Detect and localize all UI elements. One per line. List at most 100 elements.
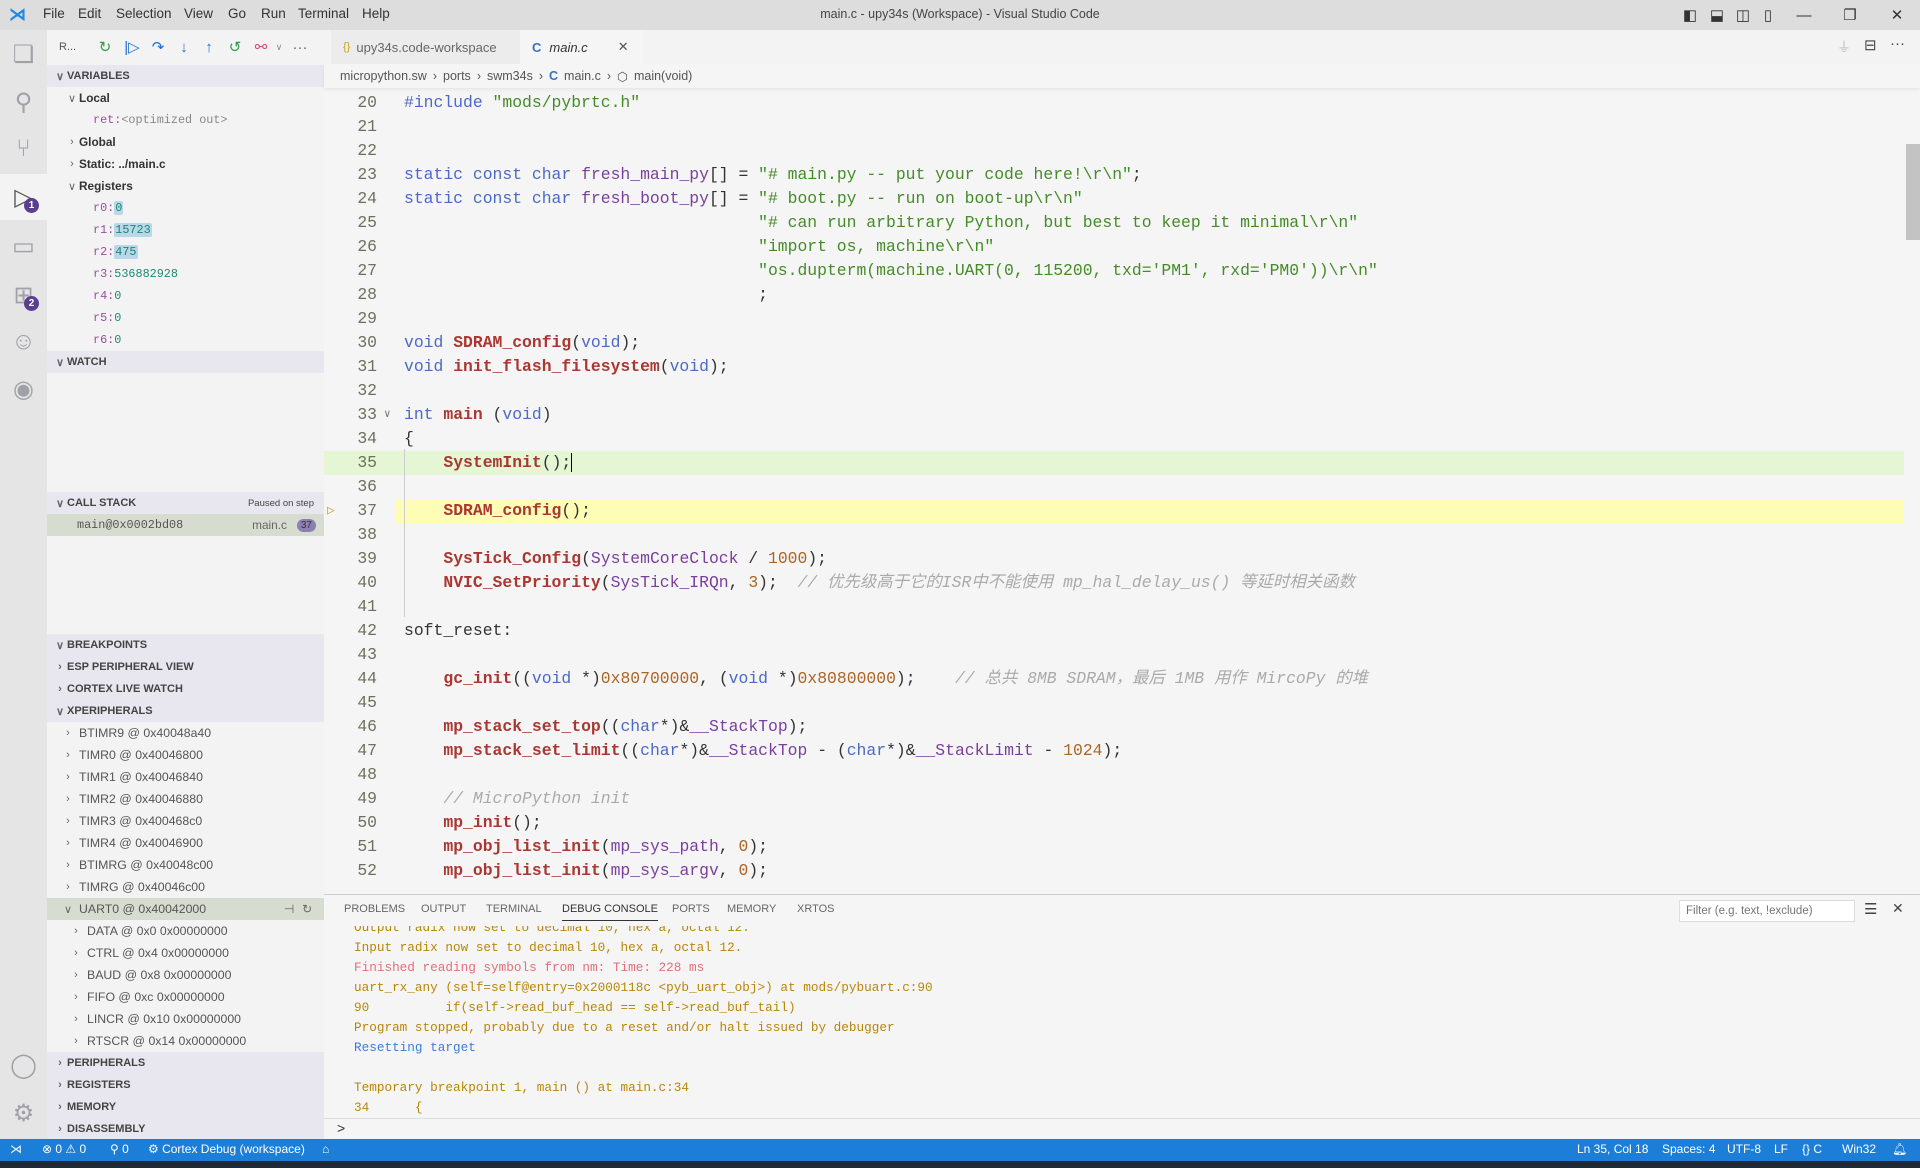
peripheral-item[interactable]: › TIMR2 @ 0x40046880 xyxy=(47,788,324,810)
uart-register[interactable]: › RTSCR @ 0x14 0x00000000 xyxy=(47,1030,324,1052)
menu-selection[interactable]: Selection xyxy=(116,6,172,21)
code-line[interactable]: 32 xyxy=(324,379,1904,403)
source-control-icon[interactable]: ⑂ xyxy=(0,126,47,172)
eol[interactable]: LF xyxy=(1774,1142,1788,1156)
menu-run[interactable]: Run xyxy=(261,6,286,21)
section-peripherals[interactable]: › PERIPHERALS xyxy=(47,1052,324,1074)
console-filter-input[interactable] xyxy=(1679,900,1855,922)
peripheral-item[interactable]: › TIMR3 @ 0x400468c0 xyxy=(47,810,324,832)
register-row[interactable]: r3: 536882928 xyxy=(47,263,324,285)
close-window-icon[interactable]: ✕ xyxy=(1887,5,1907,25)
disconnect-icon[interactable]: ⚯ xyxy=(251,38,271,56)
section-breakpoints[interactable]: ∨ BREAKPOINTS xyxy=(47,634,324,656)
explorer-icon[interactable]: ❏ xyxy=(0,31,47,77)
tab-terminal[interactable]: TERMINAL xyxy=(486,903,542,920)
menu-go[interactable]: Go xyxy=(228,6,246,21)
code-line[interactable]: 26 "import os, machine\r\n" xyxy=(324,235,1904,259)
uart-register[interactable]: › LINCR @ 0x10 0x00000000 xyxy=(47,1008,324,1030)
code-line[interactable]: 23 static const char fresh_main_py[] = "#… xyxy=(324,163,1904,187)
platformio-icon[interactable]: ☺ xyxy=(0,319,47,365)
close-panel-icon[interactable]: ✕ xyxy=(1892,900,1904,917)
breadcrumb-item[interactable]: main.c xyxy=(564,69,601,83)
uart-register[interactable]: › BAUD @ 0x8 0x00000000 xyxy=(47,964,324,986)
notifications-bell-icon[interactable]: 🔔︎ xyxy=(1892,1142,1907,1156)
breadcrumb-item[interactable]: swm34s xyxy=(487,69,533,83)
tab-memory[interactable]: MEMORY xyxy=(727,903,776,920)
code-line[interactable]: 46 mp_stack_set_top((char*)&__StackTop); xyxy=(324,715,1904,739)
code-line[interactable]: 20 #include "mods/pybrtc.h" xyxy=(324,91,1904,115)
console-prompt[interactable]: > xyxy=(337,1120,345,1136)
peripheral-item[interactable]: › BTIMR9 @ 0x40048a40 xyxy=(47,722,324,744)
code-line[interactable]: 21 xyxy=(324,115,1904,139)
reset-device-icon[interactable]: ↻ xyxy=(95,38,115,56)
toggle-panel-icon[interactable]: ⬓ xyxy=(1707,5,1727,25)
plug-icon[interactable]: ⏚ xyxy=(1837,37,1851,57)
code-line[interactable]: 47 mp_stack_set_limit((char*)&__StackTop… xyxy=(324,739,1904,763)
code-line[interactable]: 48 xyxy=(324,763,1904,787)
section-esp-peripheral-view[interactable]: › ESP PERIPHERAL VIEW xyxy=(47,656,324,678)
peripheral-item[interactable]: › TIMR4 @ 0x40046900 xyxy=(47,832,324,854)
scope-registers[interactable]: ∨ Registers xyxy=(47,175,324,197)
code-line[interactable]: 51 mp_obj_list_init(mp_sys_path, 0); xyxy=(324,835,1904,859)
code-line[interactable]: 42 soft_reset: xyxy=(324,619,1904,643)
breadcrumb-item[interactable]: main(void) xyxy=(634,69,692,83)
code-line[interactable]: 45 xyxy=(324,691,1904,715)
stack-frame[interactable]: main@0x0002bd08 main.c 37 xyxy=(47,514,324,536)
minimize-icon[interactable]: — xyxy=(1794,5,1814,25)
register-row[interactable]: r0: 0 xyxy=(47,197,324,219)
code-line[interactable]: 41 xyxy=(324,595,1904,619)
refresh-icon[interactable]: ↻ xyxy=(302,902,312,916)
editor-scrollbar-thumb[interactable] xyxy=(1906,144,1920,240)
peripheral-item[interactable]: › TIMR0 @ 0x40046800 xyxy=(47,744,324,766)
scope-local[interactable]: ∨ Local xyxy=(47,87,324,109)
code-line[interactable]: 38 xyxy=(324,523,1904,547)
code-line[interactable]: 37 ▷ SDRAM_config(); xyxy=(324,499,1904,523)
debug-status[interactable]: ⚙ Cortex Debug (workspace) xyxy=(148,1142,305,1156)
customize-layout-icon[interactable]: ▯ xyxy=(1758,5,1778,25)
code-line[interactable]: 31 void init_flash_filesystem(void); xyxy=(324,355,1904,379)
settings-gear-icon[interactable]: ⚙ xyxy=(0,1090,47,1136)
peripheral-item[interactable]: › BTIMRG @ 0x40048c00 xyxy=(47,854,324,876)
section-memory[interactable]: › MEMORY xyxy=(47,1096,324,1118)
indentation[interactable]: Spaces: 4 xyxy=(1662,1142,1715,1156)
register-row[interactable]: r5: 0 xyxy=(47,307,324,329)
ports-status[interactable]: ⚲ 0 xyxy=(110,1142,129,1156)
menu-edit[interactable]: Edit xyxy=(78,6,101,21)
tab-ports[interactable]: PORTS xyxy=(672,903,710,920)
code-line[interactable]: 33 ∨ int main (void) xyxy=(324,403,1904,427)
section-variables[interactable]: ∨ VARIABLES xyxy=(47,65,324,87)
code-line[interactable]: 36 xyxy=(324,475,1904,499)
code-line[interactable]: 24 static const char fresh_boot_py[] = "#… xyxy=(324,187,1904,211)
extensions-icon[interactable]: ⊞ 2 xyxy=(0,272,47,318)
pin-icon[interactable]: ⊣ xyxy=(284,902,294,916)
run-debug-icon[interactable]: ▷ 1 xyxy=(0,174,47,220)
variable-ret[interactable]: ret: <optimized out> xyxy=(47,109,324,131)
menu-terminal[interactable]: Terminal xyxy=(298,6,349,21)
tab-workspace[interactable]: {} upy34s.code-workspace xyxy=(331,30,520,64)
code-line[interactable]: 30 void SDRAM_config(void); xyxy=(324,331,1904,355)
more-actions-icon[interactable]: ··· xyxy=(290,38,310,56)
platform[interactable]: Win32 xyxy=(1842,1142,1876,1156)
scope-static[interactable]: › Static: ../main.c xyxy=(47,153,324,175)
clear-console-icon[interactable]: ☰ xyxy=(1864,900,1877,918)
search-icon[interactable]: ⚲ xyxy=(0,79,47,125)
restore-icon[interactable]: ❐ xyxy=(1840,5,1860,25)
tab-xrtos[interactable]: XRTOS xyxy=(797,903,835,920)
peripheral-item[interactable]: › TIMRG @ 0x40046c00 xyxy=(47,876,324,898)
uart-register[interactable]: › CTRL @ 0x4 0x00000000 xyxy=(47,942,324,964)
code-line[interactable]: 43 xyxy=(324,643,1904,667)
code-line[interactable]: 22 xyxy=(324,139,1904,163)
code-line[interactable]: 40 NVIC_SetPriority(SysTick_IRQn, 3); //… xyxy=(324,571,1904,595)
problems-status[interactable]: ⊗ 0 ⚠ 0 xyxy=(42,1142,86,1156)
code-line[interactable]: 52 mp_obj_list_init(mp_sys_argv, 0); xyxy=(324,859,1904,883)
code-editor[interactable]: 20 #include "mods/pybrtc.h" 21 22 23 static c… xyxy=(324,91,1904,894)
tab-problems[interactable]: PROBLEMS xyxy=(344,903,405,920)
code-line[interactable]: 39 SysTick_Config(SystemCoreClock / 1000… xyxy=(324,547,1904,571)
close-tab-icon[interactable]: ✕ xyxy=(618,39,629,55)
peripheral-item[interactable]: › TIMR1 @ 0x40046840 xyxy=(47,766,324,788)
code-line[interactable]: 50 mp_init(); xyxy=(324,811,1904,835)
toggle-secondary-sidebar-icon[interactable]: ◫ xyxy=(1733,5,1753,25)
breadcrumb-item[interactable]: micropython.sw xyxy=(340,69,427,83)
code-line[interactable]: 34 { xyxy=(324,427,1904,451)
step-out-icon[interactable]: ↑ xyxy=(199,38,219,56)
